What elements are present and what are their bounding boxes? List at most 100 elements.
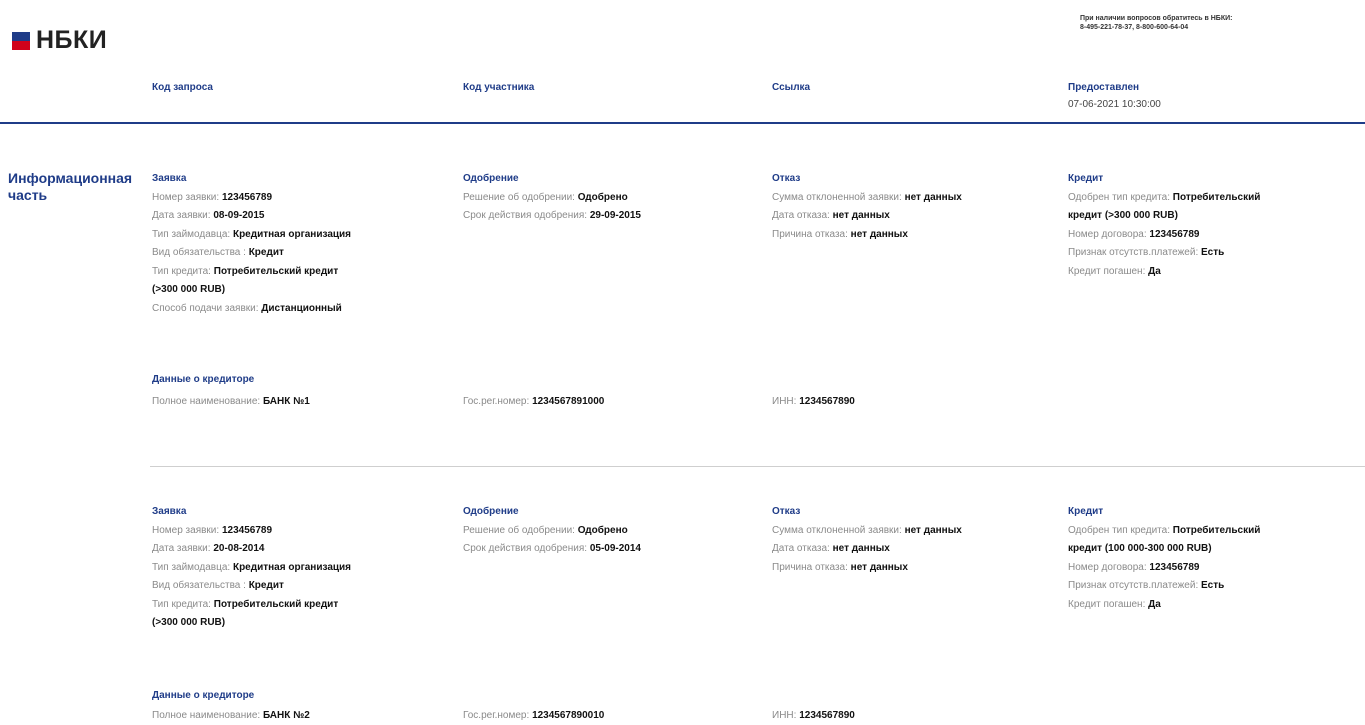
section-title: Информационная часть [8, 170, 133, 203]
application-block: Заявка Номер заявки: 123456789 Дата заяв… [152, 503, 351, 633]
creditor-reg-number: Гос.рег.номер: 1234567891000 [463, 396, 604, 407]
row-value: 1234567890 [799, 396, 855, 407]
record-divider [150, 466, 1365, 467]
application-row: Вид обязательства : Кредит [152, 244, 351, 263]
credit-title: Кредит [1068, 173, 1104, 184]
row-value: 123456789 [1149, 228, 1200, 240]
creditor-title: Данные о кредиторе [152, 690, 254, 701]
approval-block: Одобрение Решение об одобрении: Одобрено… [463, 503, 641, 559]
row-value: Одобрено [577, 191, 628, 203]
header-provided-value: 07-06-2021 10:30:00 [1068, 99, 1161, 110]
application-block: Заявка Номер заявки: 123456789 Дата заяв… [152, 170, 351, 318]
row-label: Одобрен тип кредита: [1068, 524, 1170, 536]
row-label: Решение об одобрении: [463, 524, 575, 536]
row-value: нет данных [850, 228, 908, 240]
row-value: Кредит [248, 580, 284, 591]
row-value: нет данных [904, 524, 962, 536]
row-value: Кредитная организация [232, 228, 352, 240]
header-query-code: Код запроса [152, 82, 213, 93]
row-value: Одобрено [577, 524, 628, 536]
row-value: 05-09-2014 [589, 543, 641, 554]
application-row: Способ подачи заявки: Дистанционный [152, 300, 351, 319]
credit-block: Кредит Одобрен тип кредита: Потребительс… [1068, 503, 1260, 614]
row-value: 123456789 [1149, 561, 1200, 573]
contact-info: При наличии вопросов обратитесь в НБКИ: … [1080, 14, 1232, 32]
application-row: Тип займодавца: Кредитная организация [152, 559, 351, 578]
row-value: Потребительский кредит [213, 265, 339, 277]
row-label: Способ подачи заявки: [152, 302, 259, 314]
refusal-row: Дата отказа: нет данных [772, 207, 962, 226]
row-label: Гос.рег.номер: [463, 710, 530, 721]
credit-row: Одобрен тип кредита: Потребительский [1068, 522, 1260, 541]
credit-row: кредит (>300 000 RUB) [1068, 207, 1260, 226]
row-label: ИНН: [772, 710, 797, 721]
creditor-reg-number: Гос.рег.номер: 1234567890010 [463, 710, 604, 721]
logo-flag-icon [12, 31, 30, 50]
row-label: Тип кредита: [152, 598, 211, 610]
row-value: 20-08-2014 [213, 543, 265, 554]
row-label: Сумма отклоненной заявки: [772, 191, 902, 203]
row-value: нет данных [832, 543, 890, 554]
logo-flag-bottom [12, 40, 30, 50]
row-value: Есть [1201, 580, 1225, 591]
row-label: Кредит погашен: [1068, 265, 1146, 277]
approval-block: Одобрение Решение об одобрении: Одобрено… [463, 170, 641, 226]
row-value: Дистанционный [261, 302, 342, 314]
row-value: Потребительский кредит [213, 598, 339, 610]
row-value: Кредит [248, 247, 284, 258]
credit-row: Кредит погашен: Да [1068, 596, 1260, 615]
application-row: Вид обязательства : Кредит [152, 577, 351, 596]
contact-line-1: При наличии вопросов обратитесь в НБКИ: [1080, 15, 1233, 22]
refusal-row: Сумма отклоненной заявки: нет данных [772, 189, 962, 208]
application-row: (>300 000 RUB) [152, 614, 351, 633]
credit-row: Кредит погашен: Да [1068, 263, 1260, 282]
credit-row: кредит (100 000-300 000 RUB) [1068, 540, 1260, 559]
row-label: Тип займодавца: [152, 228, 231, 240]
row-label: Полное наименование: [152, 710, 261, 721]
refusal-title: Отказ [772, 173, 801, 184]
refusal-row: Дата отказа: нет данных [772, 540, 962, 559]
row-label: Номер договора: [1068, 561, 1147, 573]
creditor-full-name: Полное наименование: БАНК №1 [152, 396, 310, 407]
credit-row: Признак отсутств.платежей: Есть [1068, 577, 1260, 596]
logo-flag-top [12, 31, 30, 41]
row-label: Признак отсутств.платежей: [1068, 247, 1199, 258]
refusal-row: Причина отказа: нет данных [772, 559, 962, 578]
row-value: Да [1148, 598, 1161, 610]
refusal-title: Отказ [772, 506, 801, 517]
credit-title: Кредит [1068, 506, 1104, 517]
approval-row: Решение об одобрении: Одобрено [463, 189, 641, 208]
approval-row: Срок действия одобрения: 05-09-2014 [463, 540, 641, 559]
application-row: Дата заявки: 08-09-2015 [152, 207, 351, 226]
row-label: Номер договора: [1068, 228, 1147, 240]
row-label: Срок действия одобрения: [463, 210, 588, 221]
refusal-row: Сумма отклоненной заявки: нет данных [772, 522, 962, 541]
row-label: Дата отказа: [772, 543, 830, 554]
credit-block: Кредит Одобрен тип кредита: Потребительс… [1068, 170, 1260, 281]
row-label: Причина отказа: [772, 561, 848, 573]
row-value: 123456789 [221, 524, 273, 536]
row-label: Гос.рег.номер: [463, 396, 530, 407]
logo-text: НБКИ [36, 26, 108, 54]
application-row: Номер заявки: 123456789 [152, 522, 351, 541]
row-label: Дата заявки: [152, 210, 211, 221]
application-row: Тип кредита: Потребительский кредит [152, 263, 351, 282]
row-label: Тип кредита: [152, 265, 211, 277]
approval-title: Одобрение [463, 173, 519, 184]
row-value: Кредитная организация [232, 561, 352, 573]
credit-row: Номер договора: 123456789 [1068, 226, 1260, 245]
header-provided-label: Предоставлен [1068, 82, 1140, 93]
row-label: Вид обязательства : [152, 247, 246, 258]
row-value: 29-09-2015 [589, 210, 641, 221]
approval-title: Одобрение [463, 506, 519, 517]
row-value: 08-09-2015 [213, 210, 265, 221]
refusal-row: Причина отказа: нет данных [772, 226, 962, 245]
application-row: Дата заявки: 20-08-2014 [152, 540, 351, 559]
row-label: Одобрен тип кредита: [1068, 191, 1170, 203]
header-link: Ссылка [772, 82, 811, 93]
row-value: кредит (100 000-300 000 RUB) [1068, 543, 1212, 554]
row-value: нет данных [904, 191, 962, 203]
application-row: Номер заявки: 123456789 [152, 189, 351, 208]
credit-row: Признак отсутств.платежей: Есть [1068, 244, 1260, 263]
row-label: Вид обязательства : [152, 580, 246, 591]
